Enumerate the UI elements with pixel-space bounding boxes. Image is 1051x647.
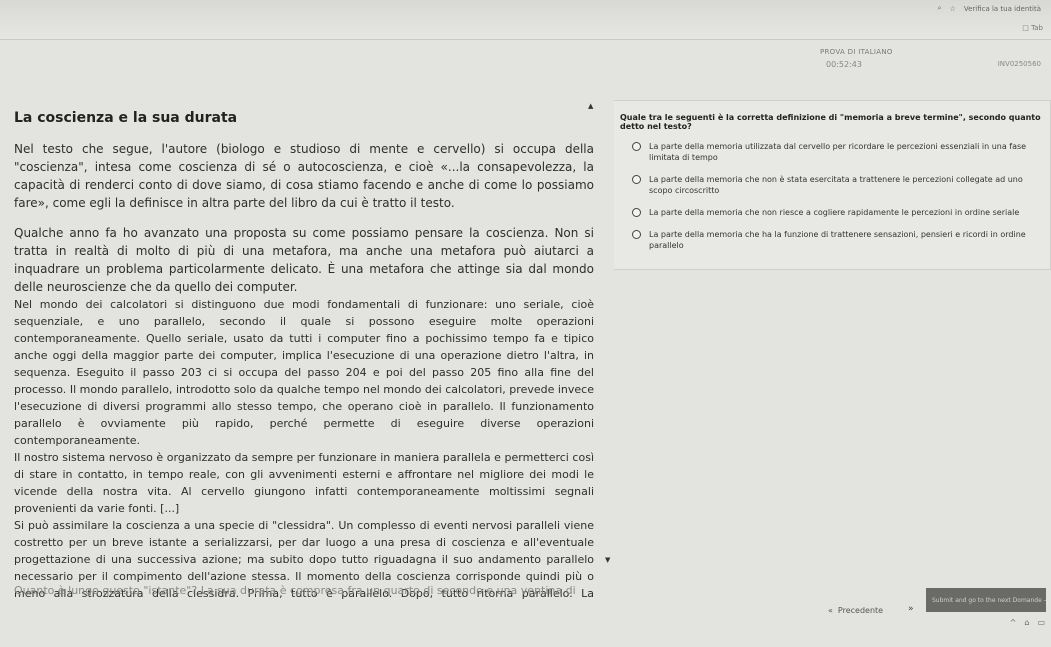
previous-button[interactable]: « Precedente — [828, 606, 883, 615]
question-text: Quale tra le seguenti è la corretta defi… — [620, 113, 1041, 131]
network-icon[interactable]: ⌂ — [1024, 618, 1029, 627]
passage-paragraph: Il nostro sistema nervoso è organizzato … — [14, 451, 594, 515]
star-icon[interactable]: ☆ — [950, 5, 956, 13]
passage-paragraph: Nel mondo dei calcolatori si distinguono… — [14, 298, 594, 447]
double-chevron-right-icon[interactable]: » — [908, 604, 914, 614]
answer-label[interactable]: La parte della memoria che non riesce a … — [649, 207, 1019, 218]
passage-text: Nel testo che segue, l'autore (biologo e… — [14, 140, 594, 600]
exam-header: PROVA DI ITALIANO 00:52:43 INV0250560 — [0, 40, 1051, 90]
answer-options: La parte della memoria utilizzata dal ce… — [632, 141, 1046, 262]
previous-label: Precedente — [837, 606, 884, 615]
answer-label[interactable]: La parte della memoria che ha la funzion… — [649, 229, 1046, 251]
exam-timer: 00:52:43 — [826, 60, 862, 69]
navigation-footer: « Precedente » Submit and go to the next… — [0, 578, 1051, 647]
answer-label[interactable]: La parte della memoria utilizzata dal ce… — [649, 141, 1046, 163]
answer-option[interactable]: La parte della memoria che ha la funzion… — [632, 229, 1046, 251]
taskbar-icons: ^ ⌂ ▭ — [1010, 618, 1045, 627]
radio-button[interactable] — [632, 208, 641, 217]
scroll-up-arrow-icon[interactable]: ▲ — [588, 102, 593, 110]
answer-label[interactable]: La parte della memoria che non è stata e… — [649, 174, 1046, 196]
double-chevron-left-icon: « — [828, 606, 833, 615]
scroll-down-arrow-icon[interactable]: ▼ — [605, 556, 610, 564]
display-icon[interactable]: ▭ — [1037, 618, 1045, 627]
answer-option[interactable]: La parte della memoria che non riesce a … — [632, 207, 1046, 218]
browser-toolbar: ⌕ ☆ Verifica la tua identità □ Tab — [0, 0, 1051, 40]
radio-button[interactable] — [632, 230, 641, 239]
passage-title: La coscienza e la sua durata — [14, 110, 238, 126]
passage-panel[interactable]: La coscienza e la sua durata Nel testo c… — [0, 100, 605, 600]
profile-button[interactable]: Verifica la tua identità — [964, 5, 1041, 13]
window-button[interactable]: □ Tab — [1022, 24, 1043, 32]
passage-paragraph: Qualche anno fa ho avanzato una proposta… — [14, 226, 594, 294]
radio-button[interactable] — [632, 142, 641, 151]
chevron-up-icon[interactable]: ^ — [1010, 618, 1017, 627]
exam-title: PROVA DI ITALIANO — [820, 48, 893, 56]
answer-option[interactable]: La parte della memoria utilizzata dal ce… — [632, 141, 1046, 163]
exam-code: INV0250560 — [997, 60, 1041, 68]
radio-button[interactable] — [632, 175, 641, 184]
toolbar-actions: ⌕ ☆ Verifica la tua identità — [938, 4, 1041, 13]
answer-option[interactable]: La parte della memoria che non è stata e… — [632, 174, 1046, 196]
submit-button[interactable]: Submit and go to the next Domande → — [926, 588, 1046, 612]
passage-paragraph: Nel testo che segue, l'autore (biologo e… — [14, 142, 594, 210]
magnifier-icon[interactable]: ⌕ — [938, 4, 942, 13]
question-panel: Quale tra le seguenti è la corretta defi… — [614, 100, 1051, 270]
